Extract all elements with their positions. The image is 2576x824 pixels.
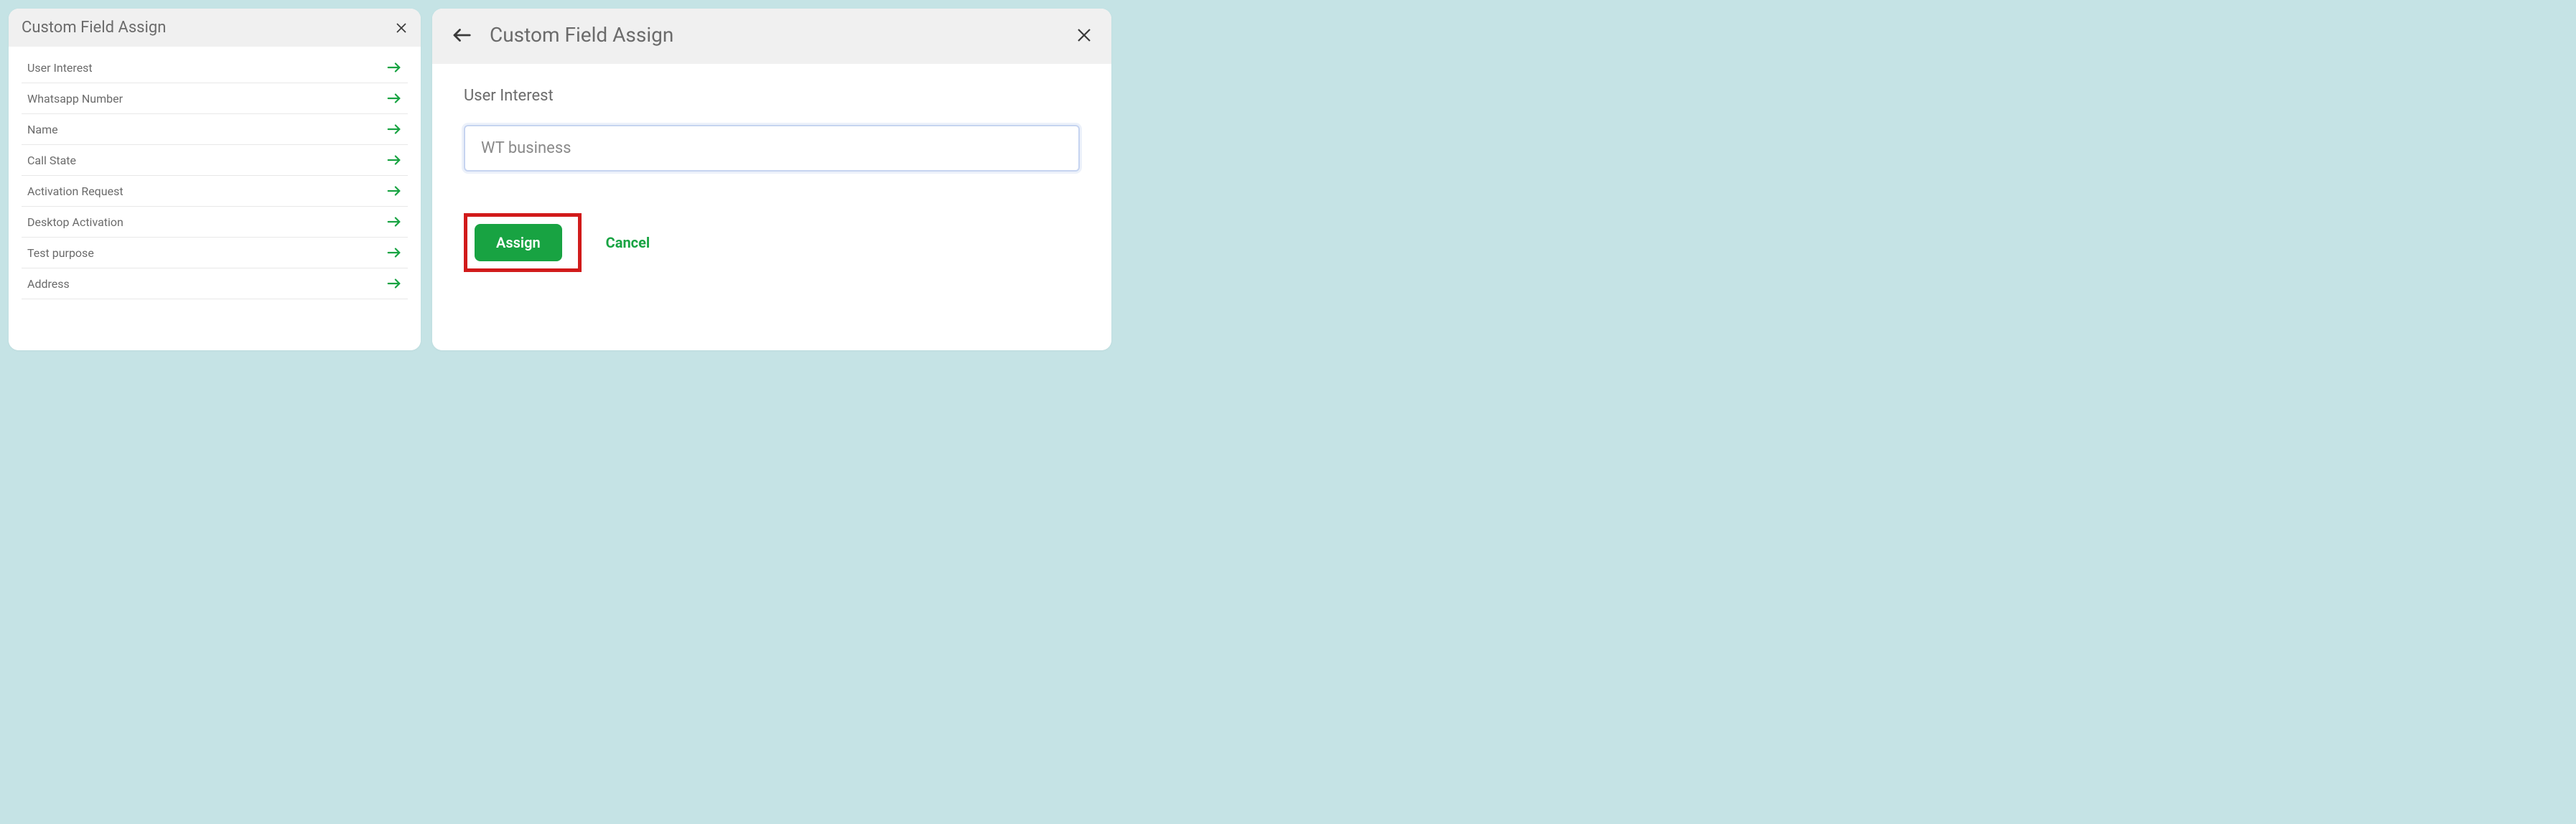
field-list-panel: Custom Field Assign User Interest Whatsa… [9, 9, 421, 350]
right-panel-body: User Interest Assign Cancel [432, 64, 1111, 350]
field-item-label: Test purpose [27, 246, 94, 260]
arrow-right-icon [386, 152, 402, 168]
field-item-desktop-activation[interactable]: Desktop Activation [22, 207, 408, 238]
right-panel-title: Custom Field Assign [490, 23, 673, 47]
field-item-activation-request[interactable]: Activation Request [22, 176, 408, 207]
right-panel-header-left: Custom Field Assign [451, 23, 673, 47]
cancel-button[interactable]: Cancel [606, 234, 650, 251]
arrow-right-icon [386, 121, 402, 137]
arrow-right-icon [386, 276, 402, 291]
field-item-name[interactable]: Name [22, 114, 408, 145]
left-panel-header: Custom Field Assign [9, 9, 421, 47]
field-item-whatsapp-number[interactable]: Whatsapp Number [22, 83, 408, 114]
arrow-right-icon [386, 183, 402, 199]
assign-button[interactable]: Assign [475, 224, 562, 261]
field-value-input[interactable] [464, 125, 1080, 172]
left-panel-title: Custom Field Assign [22, 19, 166, 37]
right-panel-header: Custom Field Assign [432, 9, 1111, 64]
field-item-user-interest[interactable]: User Interest [22, 52, 408, 83]
arrow-right-icon [386, 90, 402, 106]
field-item-label: Address [27, 277, 70, 291]
field-item-label: Activation Request [27, 184, 123, 198]
field-item-address[interactable]: Address [22, 268, 408, 299]
button-row: Assign Cancel [464, 213, 1080, 272]
arrow-right-icon [386, 214, 402, 230]
arrow-right-icon [386, 245, 402, 261]
back-icon[interactable] [451, 24, 472, 46]
close-icon[interactable] [395, 22, 408, 34]
field-item-label: Whatsapp Number [27, 92, 123, 106]
custom-field-list: User Interest Whatsapp Number Name Call … [9, 52, 421, 299]
assign-highlight-box: Assign [464, 213, 582, 272]
field-item-call-state[interactable]: Call State [22, 145, 408, 176]
field-name-label: User Interest [464, 87, 1080, 105]
close-icon[interactable] [1075, 27, 1093, 44]
field-item-label: Name [27, 123, 58, 136]
field-item-test-purpose[interactable]: Test purpose [22, 238, 408, 268]
field-item-label: Call State [27, 154, 76, 167]
field-assign-panel: Custom Field Assign User Interest Assign… [432, 9, 1111, 350]
left-panel-body: User Interest Whatsapp Number Name Call … [9, 47, 421, 350]
field-item-label: User Interest [27, 61, 93, 75]
arrow-right-icon [386, 60, 402, 75]
field-item-label: Desktop Activation [27, 215, 123, 229]
